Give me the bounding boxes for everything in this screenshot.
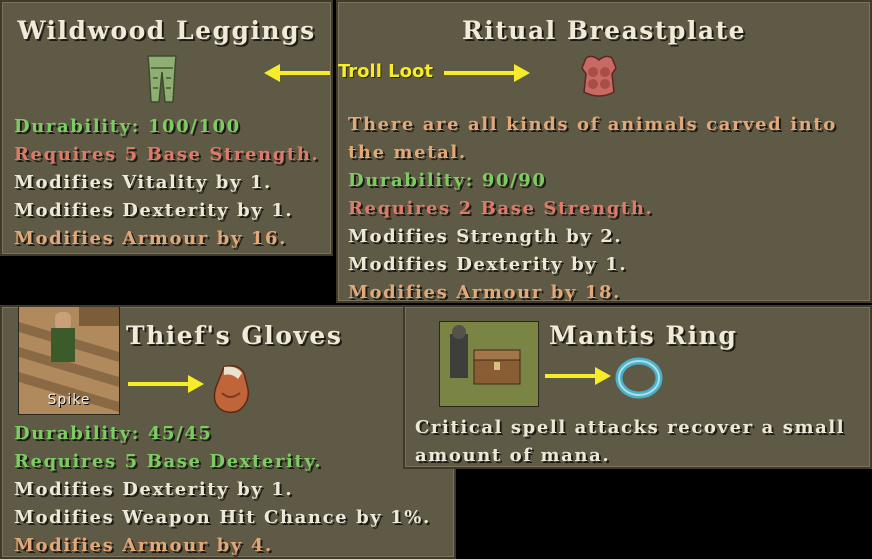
stat-modifier: Modifies Dexterity by 1. xyxy=(14,200,294,221)
arrow-right-icon xyxy=(444,64,530,82)
item-tooltip-ring: Mantis Ring Critical spell attacks recov… xyxy=(403,305,872,469)
treasure-chest-icon xyxy=(440,322,538,406)
item-name: Thief's Gloves xyxy=(126,321,343,350)
blue-ring-icon xyxy=(615,357,663,399)
green-leggings-icon xyxy=(147,55,177,103)
source-npc-portrait: Spike xyxy=(18,307,120,415)
arrow-right-icon xyxy=(128,375,204,393)
stat-requirement: Requires 5 Base Dexterity. xyxy=(14,451,323,472)
stat-armour: Modifies Armour by 18. xyxy=(348,282,621,303)
red-breastplate-icon xyxy=(581,55,617,97)
stat-modifier: Modifies Vitality by 1. xyxy=(14,172,272,193)
npc-name-label: Spike xyxy=(47,392,91,408)
stat-modifier: Modifies Dexterity by 1. xyxy=(14,479,294,500)
stat-armour: Modifies Armour by 4. xyxy=(14,535,273,556)
orange-gloves-icon xyxy=(213,365,250,414)
chest-scene-image xyxy=(439,321,539,407)
item-tooltip-gloves: Spike Thief's Gloves Durability: 45/45 R… xyxy=(0,305,456,559)
item-description: There are all kinds of animals carved in… xyxy=(348,114,837,135)
item-name: Ritual Breastplate xyxy=(461,16,747,45)
stat-durability: Durability: 100/100 xyxy=(14,116,241,137)
item-description: the metal. xyxy=(348,142,467,163)
item-name: Mantis Ring xyxy=(549,321,738,350)
item-description: Critical spell attacks recover a small xyxy=(415,417,846,438)
stat-requirement: Requires 5 Base Strength. xyxy=(14,144,320,165)
item-tooltip-leggings: Wildwood Leggings Durability: 100/100 Re… xyxy=(0,0,333,256)
item-name: Wildwood Leggings xyxy=(17,16,316,45)
arrow-left-icon xyxy=(264,64,330,82)
stat-requirement: Requires 2 Base Strength. xyxy=(348,198,654,219)
item-description: amount of mana. xyxy=(415,445,611,466)
stat-durability: Durability: 45/45 xyxy=(14,423,213,444)
arrow-right-icon xyxy=(545,367,611,385)
stat-modifier: Modifies Dexterity by 1. xyxy=(348,254,628,275)
stat-durability: Durability: 90/90 xyxy=(348,170,547,191)
stat-modifier: Modifies Strength by 2. xyxy=(348,226,623,247)
stat-modifier: Modifies Weapon Hit Chance by 1%. xyxy=(14,507,431,528)
item-tooltip-breastplate: Ritual Breastplate There are all kinds o… xyxy=(336,0,872,303)
stat-armour: Modifies Armour by 16. xyxy=(14,228,287,249)
annotation-troll-loot: Troll Loot xyxy=(338,61,433,82)
